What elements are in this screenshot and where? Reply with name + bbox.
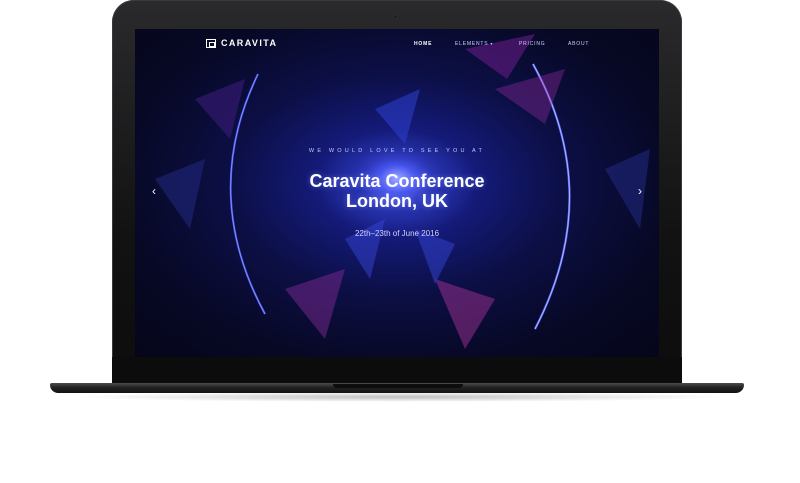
nav-item-pricing[interactable]: PRICING (519, 41, 545, 47)
hero-date: 22th–23th of June 2016 (354, 229, 440, 238)
logo-icon (206, 38, 216, 48)
laptop-opening-notch (333, 384, 463, 388)
brand-logo[interactable]: CARAVITA (206, 38, 277, 48)
hero-title-line-2: London, UK (346, 191, 448, 211)
hero-title-line-1: Caravita Conference (309, 171, 485, 191)
nav-item-about[interactable]: ABOUT (568, 41, 589, 47)
hero-kicker: WE WOULD LOVE TO SEE YOU AT (308, 148, 486, 154)
nav-item-elements[interactable]: ELEMENTS ▾ (455, 41, 493, 47)
slider-next-button[interactable]: › (633, 184, 647, 198)
nav-item-home[interactable]: HOME (414, 41, 432, 47)
laptop-mockup: CARAVITA HOME ELEMENTS ▾ PRICING ABOUT WE… (0, 0, 800, 483)
chevron-down-icon: ▾ (490, 41, 494, 46)
chevron-right-icon: › (638, 184, 642, 198)
webcam-icon (393, 14, 398, 19)
laptop-shadow (70, 392, 730, 402)
website-screen: CARAVITA HOME ELEMENTS ▾ PRICING ABOUT WE… (135, 29, 659, 357)
hero-title: Caravita Conference London, UK (135, 171, 659, 211)
top-navigation: CARAVITA HOME ELEMENTS ▾ PRICING ABOUT (135, 29, 659, 59)
chevron-left-icon: ‹ (152, 184, 156, 198)
brand-name: CARAVITA (221, 38, 278, 48)
nav-item-elements-label: ELEMENTS (455, 41, 489, 47)
slider-prev-button[interactable]: ‹ (147, 184, 161, 198)
